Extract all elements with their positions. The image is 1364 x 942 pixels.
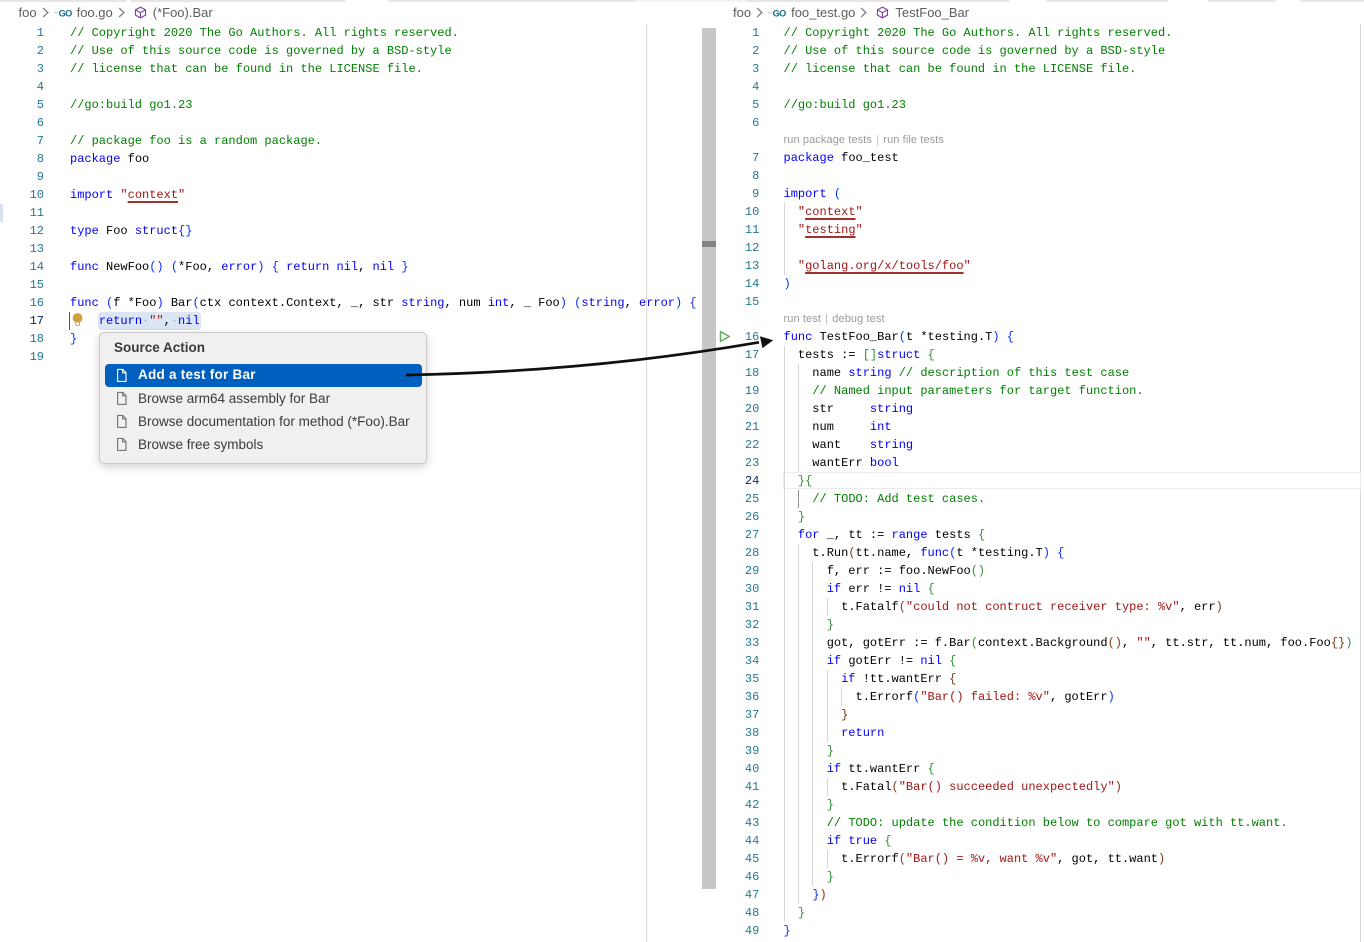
svg-text:GO: GO: [58, 8, 72, 18]
svg-text:GO: GO: [773, 8, 787, 18]
